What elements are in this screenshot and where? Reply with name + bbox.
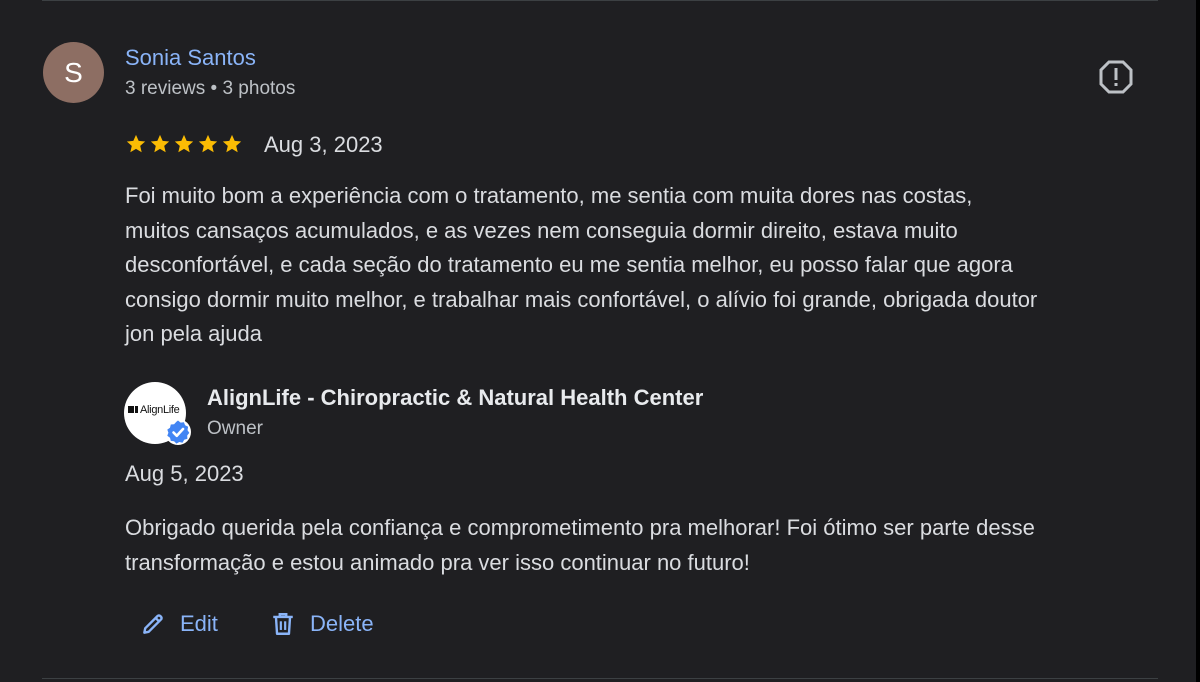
review-line: consigo dormir muito melhor, e trabalhar… bbox=[125, 286, 1038, 312]
review-line: desconfortável, e cada seção do tratamen… bbox=[125, 252, 1013, 277]
owner-name[interactable]: AlignLife - Chiropractic & Natural Healt… bbox=[207, 385, 703, 411]
review-date: Aug 3, 2023 bbox=[264, 132, 383, 157]
owner-logo-text: AlignLife bbox=[128, 404, 180, 416]
pencil-icon bbox=[143, 614, 163, 634]
review-text: Foi muito bom a experiência com o tratam… bbox=[125, 179, 1165, 352]
star-icon bbox=[198, 134, 218, 153]
trash-icon bbox=[273, 613, 293, 635]
owner-logo[interactable]: AlignLife bbox=[124, 382, 191, 445]
star-icon bbox=[174, 134, 194, 153]
star-icon bbox=[150, 134, 170, 153]
review-line: Foi muito bom a experiência com o tratam… bbox=[125, 183, 973, 208]
reviewer-meta: 3 reviews • 3 photos bbox=[125, 78, 296, 99]
divider bbox=[42, 678, 1158, 679]
reply-line: transformação e estou animado pra ver is… bbox=[125, 549, 750, 575]
star-icon bbox=[222, 134, 242, 153]
reply-text: Obrigado querida pela confiança e compro… bbox=[125, 511, 1165, 580]
verified-badge-icon bbox=[165, 419, 191, 445]
reviewer-name[interactable]: Sonia Santos bbox=[125, 45, 256, 71]
star-rating bbox=[125, 133, 243, 155]
report-flag-icon[interactable] bbox=[1098, 59, 1134, 95]
review-card: S Sonia Santos 3 reviews • 3 photos Aug … bbox=[0, 0, 1200, 682]
delete-label: Delete bbox=[310, 611, 374, 636]
star-icon bbox=[126, 134, 146, 153]
reply-date: Aug 5, 2023 bbox=[125, 461, 244, 486]
avatar[interactable]: S bbox=[43, 42, 104, 103]
reply-line: Obrigado querida pela confiança e compro… bbox=[125, 515, 1035, 540]
divider bbox=[42, 0, 1158, 1]
review-line: muitos cansaços acumulados, e as vezes n… bbox=[125, 217, 958, 243]
edit-button[interactable]: Edit bbox=[140, 603, 218, 645]
delete-button[interactable]: Delete bbox=[270, 603, 374, 645]
owner-role: Owner bbox=[207, 418, 263, 439]
review-line: jon pela ajuda bbox=[125, 321, 263, 346]
edit-label: Edit bbox=[180, 611, 218, 636]
